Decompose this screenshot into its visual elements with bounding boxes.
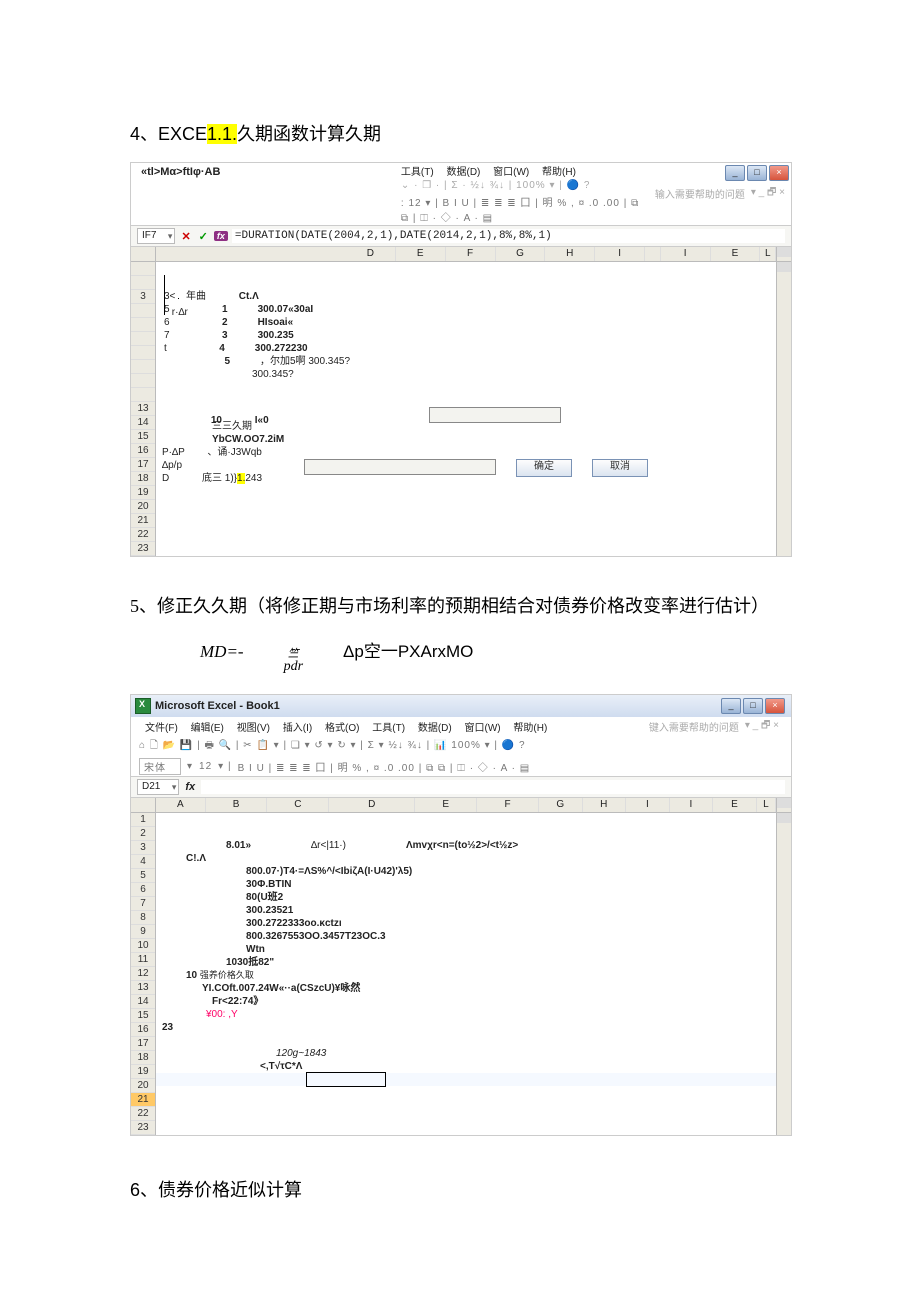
paragraph-5: 5、修正久久期（将修正期与市场利率的预期相结合对债券价格改变率进行估计） — [94, 587, 790, 627]
formula-md: MD=- 竺pdr Δp空一PXArxMO — [200, 637, 790, 674]
menu-help[interactable]: 帮助(H) — [542, 167, 576, 178]
maximize-button[interactable]: □ — [743, 698, 763, 714]
excel-logo-icon — [135, 698, 151, 714]
column-headers: A B C D E F G H I I E L — [131, 798, 791, 813]
minimize-button[interactable]: _ — [721, 698, 741, 714]
row-headers: 1234567891011121314151617181920212223 — [131, 813, 156, 1135]
fx-icon[interactable]: fx — [214, 231, 228, 241]
menu-data[interactable]: 数据(D) — [446, 167, 480, 178]
formula-input[interactable]: =DURATION(DATE(2004,2,1),DATE(2014,2,1),… — [232, 229, 785, 243]
row-headers: 31314151617181920212223 — [131, 262, 156, 556]
minimize-button[interactable]: _ — [725, 165, 745, 181]
fx-icon[interactable]: fx — [183, 781, 197, 793]
help-search[interactable]: 键入需要帮助的问题 — [649, 719, 739, 734]
v-scrollbar[interactable] — [776, 813, 791, 1135]
menu-bar: 文件(F) 编辑(E) 视图(V) 插入(I) 格式(O) 工具(T) 数据(D… — [137, 719, 557, 734]
heading-4: 4、EXCE1.1.久期函数计算久期 — [130, 120, 790, 146]
formula-bar: IF7 ✕ ✓ fx =DURATION(DATE(2004,2,1),DATE… — [131, 225, 791, 247]
heading4-highlight: 1.1. — [207, 124, 237, 144]
v-scrollbar[interactable] — [776, 262, 791, 556]
sheet-cells[interactable]: r·∆r 3< 年曲 Ct.Λ 51300.07«30aI 62HIsoai« … — [156, 262, 776, 556]
close-button[interactable]: × — [769, 165, 789, 181]
active-cell[interactable] — [306, 1072, 386, 1087]
scrollbar[interactable] — [776, 798, 791, 812]
sheet-cells[interactable]: 8.01»∆r<|11·)Λmvχr<n=(to½2>/<t½z> C!.Λ 8… — [156, 813, 776, 1135]
window-title: «tl>Mα>ftIφ·AB — [131, 163, 393, 181]
formula-bar: D21 fx — [131, 776, 791, 798]
standard-toolbar: ⌂ 🗋 📂 💾 | 🖶 🔍 | ✂ 📋 ▾ | ❏ ▾ ↺ ▾ ↻ ▾ | Σ … — [131, 736, 791, 756]
maximize-button[interactable]: □ — [747, 165, 767, 181]
enter-formula-icon[interactable]: ✓ — [197, 230, 210, 243]
window-title: Microsoft Excel - Book1 — [155, 700, 280, 712]
formula-input[interactable] — [201, 780, 785, 794]
close-button[interactable]: × — [765, 698, 785, 714]
menu-bar: 工具(T) 数据(D) 窗口(W) 帮助(H) — [393, 163, 655, 178]
cancel-button[interactable]: 取消 — [592, 459, 648, 477]
excel-screenshot-2: Microsoft Excel - Book1 _ □ × 文件(F) 编辑(E… — [130, 694, 792, 1136]
heading4-prefix: 4、EXCE — [130, 124, 207, 144]
scrollbar[interactable] — [776, 247, 791, 261]
menu-tools[interactable]: 工具(T) — [401, 167, 434, 178]
cancel-formula-icon[interactable]: ✕ — [179, 230, 192, 243]
ok-button[interactable]: 确定 — [516, 459, 572, 477]
excel-screenshot-1: «tl>Mα>ftIφ·AB 工具(T) 数据(D) 窗口(W) 帮助(H) ⌄… — [130, 162, 792, 557]
font-size[interactable]: 12 — [199, 761, 212, 772]
help-search[interactable]: 输入需要帮助的问题 — [655, 186, 745, 201]
menu-window[interactable]: 窗口(W) — [493, 167, 529, 178]
edit-box-1[interactable] — [429, 407, 561, 423]
formatting-toolbar: : 12 ▾ | B I U | ≣ ≣ ≣ 囗 | 明 % , ¤ .0 .0… — [393, 192, 655, 225]
name-box[interactable]: D21 — [137, 779, 179, 795]
window-controls: _ □ × — [723, 163, 791, 183]
standard-toolbar: ⌄ · ❒ · | Σ · ½↓ ¾↓ | 100% ▾ | 🔵 ? — [393, 178, 655, 192]
column-headers: D E F G H I I E L — [131, 247, 791, 262]
font-name[interactable]: 宋体 — [139, 758, 181, 775]
heading4-suffix: 久期函数计算久期 — [237, 124, 381, 144]
edit-box-2[interactable] — [304, 459, 496, 475]
title-bar: Microsoft Excel - Book1 _ □ × — [131, 695, 791, 717]
formatting-toolbar: 宋体 ▾ 12 ▾ | B I U | ≣ ≣ ≣ 囗 | 明 % , ¤ .0… — [131, 756, 791, 776]
name-box[interactable]: IF7 — [137, 228, 175, 244]
help-dropdown-icon: ▾ _ 🗗 × — [751, 185, 785, 202]
heading-6: 6、债券价格近似计算 — [130, 1176, 790, 1202]
